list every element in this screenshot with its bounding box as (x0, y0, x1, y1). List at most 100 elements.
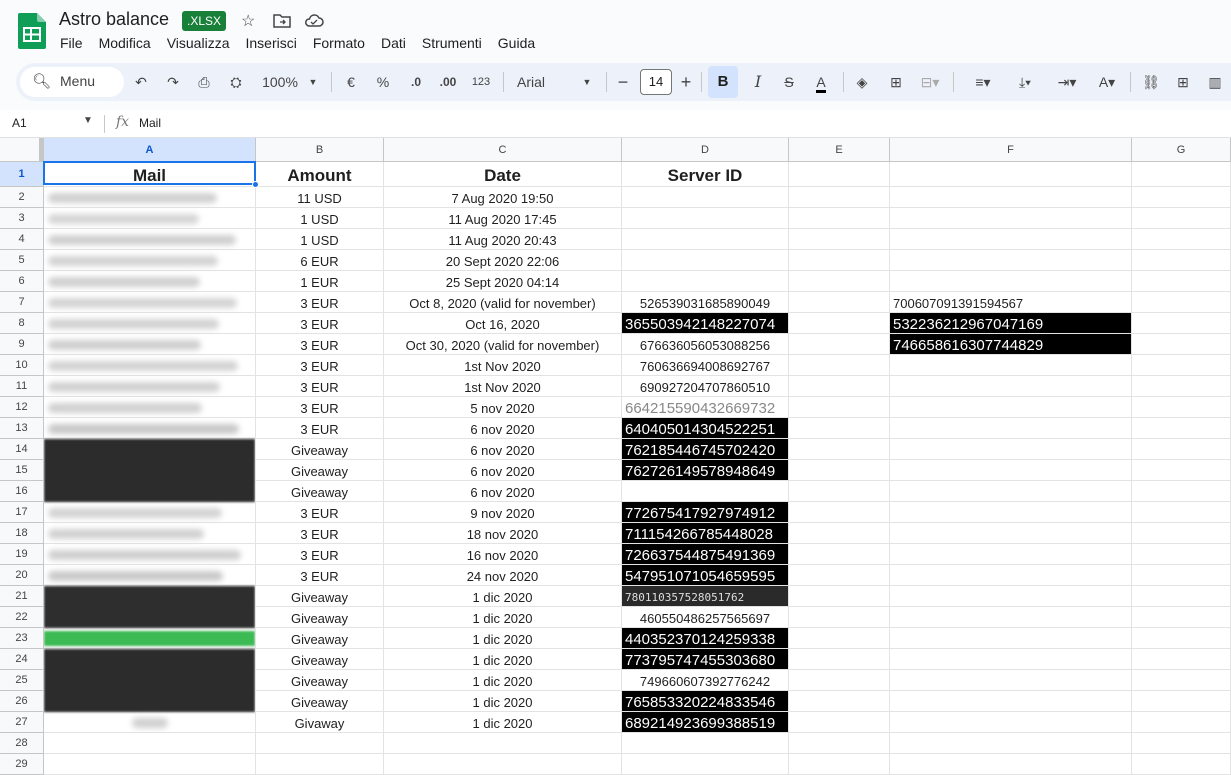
cell-f9[interactable]: 746658616307744829 (890, 334, 1132, 355)
row-header-22[interactable]: 22 (0, 607, 44, 628)
menu-inserisci[interactable]: Inserisci (237, 34, 304, 52)
cell-e19[interactable] (789, 544, 890, 565)
cell-d28[interactable] (622, 733, 789, 754)
cell-g21[interactable] (1132, 586, 1231, 607)
cell-f4[interactable] (890, 229, 1132, 250)
cell-e5[interactable] (789, 250, 890, 271)
cell-f19[interactable] (890, 544, 1132, 565)
insert-comment-icon[interactable]: ⊞ (1172, 63, 1194, 101)
strikethrough-icon[interactable]: S (777, 63, 801, 101)
cell-c6[interactable]: 25 Sept 2020 04:14 (384, 271, 622, 292)
cell-d3[interactable] (622, 208, 789, 229)
cell-g24[interactable] (1132, 649, 1231, 670)
cell-g17[interactable] (1132, 502, 1231, 523)
cell-b15[interactable]: Giveaway (256, 460, 384, 481)
column-header-e[interactable]: E (789, 138, 890, 162)
cell-a28[interactable] (44, 733, 256, 754)
insert-link-icon[interactable]: ⛓ (1140, 63, 1162, 101)
cell-b18[interactable]: 3 EUR (256, 523, 384, 544)
cell-d10[interactable]: 760636694008692767 (622, 355, 789, 376)
row-header-5[interactable]: 5 (0, 250, 44, 271)
cell-d9[interactable]: 676636056053088256 (622, 334, 789, 355)
cell-g18[interactable] (1132, 523, 1231, 544)
cell-c18[interactable]: 18 nov 2020 (384, 523, 622, 544)
cell-d27[interactable]: 689214923699388519 (622, 712, 789, 733)
cell-b25[interactable]: Giveaway (256, 670, 384, 691)
cell-e10[interactable] (789, 355, 890, 376)
cell-g28[interactable] (1132, 733, 1231, 754)
active-cell-selection[interactable] (43, 161, 256, 185)
cell-d21[interactable]: 780110357528051762 (622, 586, 789, 607)
cell-f21[interactable] (890, 586, 1132, 607)
cell-g6[interactable] (1132, 271, 1231, 292)
column-header-d[interactable]: D (622, 138, 789, 162)
cell-f27[interactable] (890, 712, 1132, 733)
cell-e16[interactable] (789, 481, 890, 502)
formula-input[interactable]: Mail (139, 116, 161, 130)
cell-d15[interactable]: 762726149578948649 (622, 460, 789, 481)
cell-b26[interactable]: Giveaway (256, 691, 384, 712)
cell-g15[interactable] (1132, 460, 1231, 481)
menu-dati[interactable]: Dati (373, 34, 414, 52)
cell-f29[interactable] (890, 754, 1132, 775)
cell-c17[interactable]: 9 nov 2020 (384, 502, 622, 523)
cell-g5[interactable] (1132, 250, 1231, 271)
cell-e25[interactable] (789, 670, 890, 691)
cell-f7[interactable]: 700607091391594567 (890, 292, 1132, 313)
cell-d12[interactable]: 664215590432669732 (622, 397, 789, 418)
cell-e29[interactable] (789, 754, 890, 775)
increase-font-size-button[interactable]: + (677, 63, 695, 101)
cell-e27[interactable] (789, 712, 890, 733)
cell-b1[interactable]: Amount (256, 162, 384, 187)
row-header-24[interactable]: 24 (0, 649, 44, 670)
undo-icon[interactable]: ↶ (130, 63, 152, 101)
cell-c23[interactable]: 1 dic 2020 (384, 628, 622, 649)
cell-b17[interactable]: 3 EUR (256, 502, 384, 523)
cell-g10[interactable] (1132, 355, 1231, 376)
cell-d13[interactable]: 640405014304522251 (622, 418, 789, 439)
row-header-13[interactable]: 13 (0, 418, 44, 439)
cell-g27[interactable] (1132, 712, 1231, 733)
fill-color-icon[interactable]: ◈ (851, 63, 873, 101)
cell-d19[interactable]: 726637544875491369 (622, 544, 789, 565)
cell-c4[interactable]: 11 Aug 2020 20:43 (384, 229, 622, 250)
cell-c21[interactable]: 1 dic 2020 (384, 586, 622, 607)
chevron-down-icon[interactable]: ▼ (580, 63, 594, 101)
menu-search[interactable]: 🔍︎ Menu (20, 67, 124, 97)
cell-b7[interactable]: 3 EUR (256, 292, 384, 313)
zoom-select[interactable]: 100% (258, 63, 302, 101)
select-all-corner[interactable] (0, 138, 44, 162)
paint-format-icon[interactable]: ⛭ (225, 63, 247, 101)
cell-b22[interactable]: Giveaway (256, 607, 384, 628)
cell-d7[interactable]: 526539031685890049 (622, 292, 789, 313)
cell-e13[interactable] (789, 418, 890, 439)
row-header-7[interactable]: 7 (0, 292, 44, 313)
cell-d25[interactable]: 749660607392776242 (622, 670, 789, 691)
row-header-4[interactable]: 4 (0, 229, 44, 250)
row-header-2[interactable]: 2 (0, 187, 44, 208)
cell-g25[interactable] (1132, 670, 1231, 691)
fill-handle[interactable] (252, 181, 259, 188)
cell-c26[interactable]: 1 dic 2020 (384, 691, 622, 712)
row-header-9[interactable]: 9 (0, 334, 44, 355)
row-header-3[interactable]: 3 (0, 208, 44, 229)
cell-e23[interactable] (789, 628, 890, 649)
cell-d18[interactable]: 711154266785448028 (622, 523, 789, 544)
cell-d20[interactable]: 547951071054659595 (622, 565, 789, 586)
cell-e11[interactable] (789, 376, 890, 397)
cell-e24[interactable] (789, 649, 890, 670)
cell-e3[interactable] (789, 208, 890, 229)
cell-d11[interactable]: 690927204707860510 (622, 376, 789, 397)
font-family-select[interactable]: Arial (514, 63, 574, 101)
cell-g16[interactable] (1132, 481, 1231, 502)
cell-d17[interactable]: 772675417927974912 (622, 502, 789, 523)
increase-decimal-button[interactable]: .00 (436, 63, 460, 101)
cell-e17[interactable] (789, 502, 890, 523)
cell-e15[interactable] (789, 460, 890, 481)
redo-icon[interactable]: ↷ (162, 63, 184, 101)
cell-b29[interactable] (256, 754, 384, 775)
cell-b2[interactable]: 11 USD (256, 187, 384, 208)
cell-g19[interactable] (1132, 544, 1231, 565)
cell-f16[interactable] (890, 481, 1132, 502)
cell-d4[interactable] (622, 229, 789, 250)
